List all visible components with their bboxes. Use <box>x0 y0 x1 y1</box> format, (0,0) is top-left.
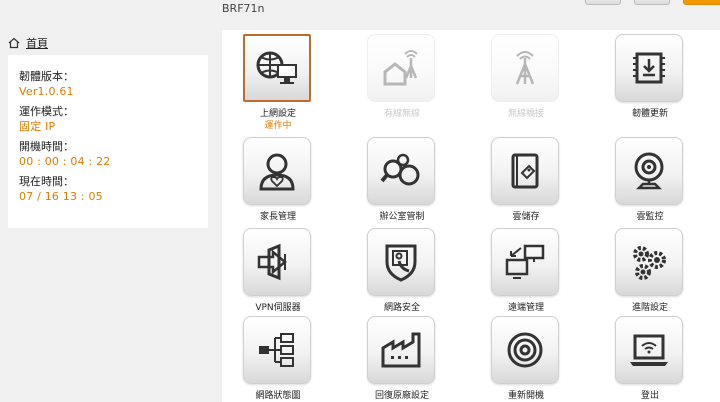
menu-network-topology[interactable]: 網路狀態圖 <box>222 312 334 402</box>
menu-wireless: 有線無線 <box>346 30 458 122</box>
home-icon <box>8 37 20 49</box>
top-bar: BRF71n <box>0 0 720 30</box>
menu-repeater: 無線橋接 <box>470 30 582 122</box>
menu-firmware-update-label: 韌體更新 <box>631 109 668 119</box>
menu-firmware-update[interactable]: 韌體更新 <box>594 30 706 122</box>
status-info-panel: 韌體版本： Ver1.0.61 運作模式： 固定 IP 開機時間： 00 : 0… <box>8 55 208 228</box>
menu-vpn-server[interactable]: VPN伺服器 <box>222 224 334 316</box>
magnifier-circles-icon <box>367 137 435 205</box>
antenna-icon <box>491 34 559 102</box>
menu-office-control[interactable]: 辦公室管制 <box>346 133 458 225</box>
menu-cloud-storage[interactable]: 雲儲存 <box>470 133 582 225</box>
uptime-value: 00 : 00 : 04 : 22 <box>19 155 111 168</box>
webcam-icon <box>615 137 683 205</box>
globe-monitor-icon <box>243 34 311 102</box>
menu-factory-reset[interactable]: 回復原廠設定 <box>346 312 458 402</box>
menu-office-control-label: 辦公室管制 <box>379 212 425 222</box>
top-button-3[interactable] <box>683 0 720 5</box>
main-menu-panel: 上網設定 運作中 有線無線 無線橋接 韌體更新 家長管理 辦公室管制 雲儲存 雲… <box>222 30 720 402</box>
factory-icon <box>367 316 435 384</box>
menu-network-topology-label: 網路狀態圖 <box>255 391 301 401</box>
wifi-house-icon <box>367 34 435 102</box>
menu-reboot-label: 重新開機 <box>507 391 544 401</box>
menu-network-security[interactable]: 網路安全 <box>346 224 458 316</box>
menu-parental-control-label: 家長管理 <box>259 212 296 222</box>
notebook-tag-icon <box>491 137 559 205</box>
remote-monitors-icon <box>491 228 559 296</box>
network-tree-icon <box>243 316 311 384</box>
menu-parental-control[interactable]: 家長管理 <box>222 133 334 225</box>
menu-remote-management[interactable]: 遠端管理 <box>470 224 582 316</box>
firmware-version-label: 韌體版本： <box>19 70 74 83</box>
shield-person-icon <box>367 228 435 296</box>
operation-mode-label: 運作模式： <box>19 105 74 118</box>
chip-download-icon <box>615 34 683 102</box>
top-button-2[interactable] <box>634 0 670 5</box>
menu-internet-settings[interactable]: 上網設定 運作中 <box>222 30 334 131</box>
menu-reboot[interactable]: 重新開機 <box>470 312 582 402</box>
menu-internet-status: 運作中 <box>264 121 292 131</box>
menu-repeater-label: 無線橋接 <box>507 109 544 119</box>
device-model: BRF71n <box>222 2 265 15</box>
top-button-1[interactable] <box>585 0 621 5</box>
menu-logout[interactable]: 登出 <box>594 312 706 402</box>
gears-icon <box>615 228 683 296</box>
menu-logout-label: 登出 <box>640 391 659 401</box>
uptime-label: 開機時間： <box>19 140 74 153</box>
operation-mode-value: 固定 IP <box>19 120 56 133</box>
reboot-rings-icon <box>491 316 559 384</box>
menu-advanced-settings[interactable]: 進階設定 <box>594 224 706 316</box>
home-link[interactable]: 首頁 <box>8 35 48 51</box>
current-time-value: 07 / 16 13 : 05 <box>19 190 103 203</box>
menu-cloud-camera[interactable]: 雲監控 <box>594 133 706 225</box>
vpn-arrow-icon <box>243 228 311 296</box>
home-label: 首頁 <box>26 37 48 50</box>
firmware-version-value: Ver1.0.61 <box>19 85 74 98</box>
menu-cloud-camera-label: 雲監控 <box>636 212 664 222</box>
laptop-wifi-icon <box>615 316 683 384</box>
menu-wireless-label: 有線無線 <box>383 109 420 119</box>
menu-cloud-storage-label: 雲儲存 <box>512 212 540 222</box>
menu-factory-reset-label: 回復原廠設定 <box>374 391 429 401</box>
current-time-label: 現在時間： <box>19 175 74 188</box>
person-heart-icon <box>243 137 311 205</box>
